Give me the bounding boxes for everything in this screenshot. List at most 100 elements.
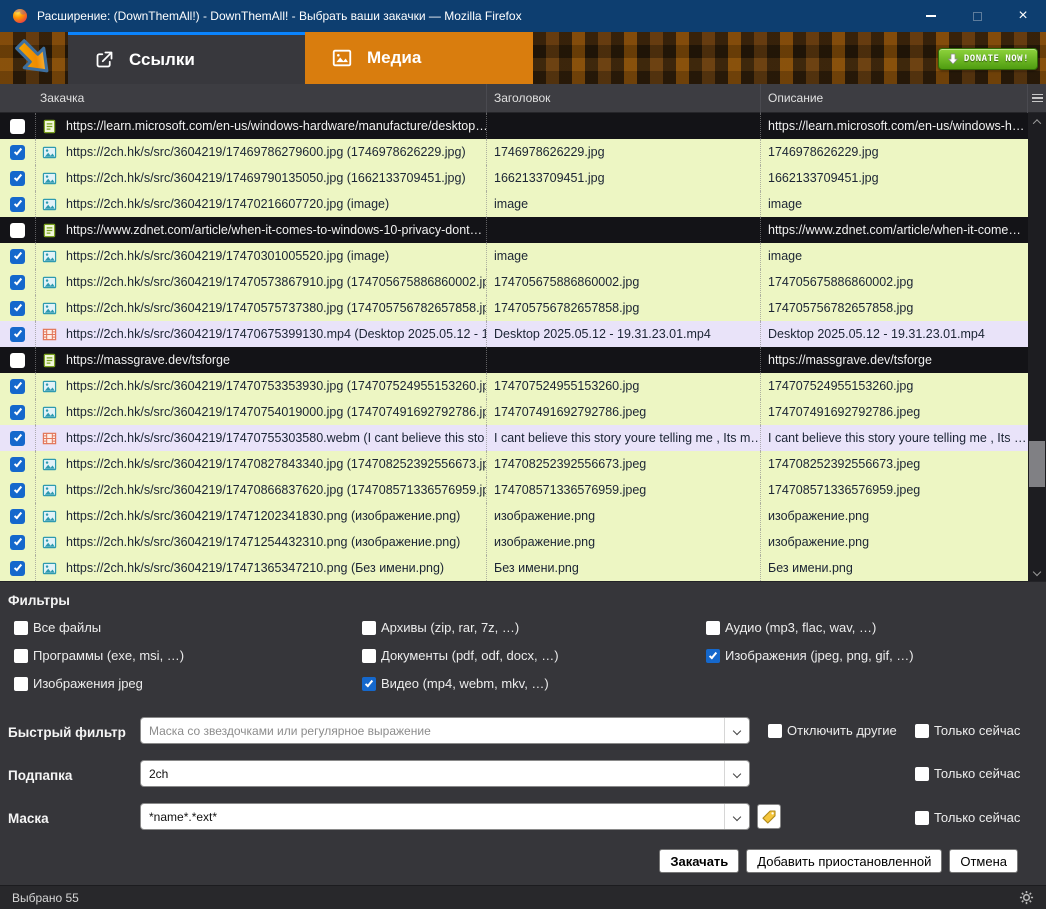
maximize-button[interactable]: [954, 0, 1000, 32]
row-checkbox[interactable]: [10, 560, 25, 576]
download-url: https://2ch.hk/s/src/3604219/17469786279…: [66, 145, 466, 159]
gear-icon[interactable]: [1019, 890, 1034, 905]
subfolder-value: 2ch: [149, 766, 169, 781]
titlebar: Расширение: (DownThemAll!) - DownThemAll…: [0, 0, 1046, 32]
download-row[interactable]: https://2ch.hk/s/src/3604219/17470675399…: [0, 321, 1028, 347]
checkbox: [14, 620, 28, 635]
row-checkbox[interactable]: [10, 404, 25, 420]
subfolder-combobox[interactable]: 2ch: [140, 760, 750, 787]
row-checkbox[interactable]: [10, 300, 25, 316]
column-header-description[interactable]: Описание: [761, 83, 1028, 113]
filter-checkbox[interactable]: Видео (mp4, webm, mkv, …): [362, 676, 559, 691]
row-checkbox[interactable]: [10, 352, 25, 368]
download-row[interactable]: https://2ch.hk/s/src/3604219/17470755303…: [0, 425, 1028, 451]
download-row[interactable]: https://2ch.hk/s/src/3604219/17470753353…: [0, 373, 1028, 399]
download-row[interactable]: https://2ch.hk/s/src/3604219/17470827843…: [0, 451, 1028, 477]
doc-file-icon: [42, 119, 57, 134]
doc-file-icon: [42, 353, 57, 368]
row-checkbox[interactable]: [10, 222, 25, 238]
row-checkbox[interactable]: [10, 274, 25, 290]
row-checkbox-cell: [0, 347, 36, 373]
vertical-scrollbar[interactable]: [1028, 113, 1046, 581]
cancel-button[interactable]: Отмена: [949, 849, 1018, 873]
download-row[interactable]: https://2ch.hk/s/src/3604219/17470575737…: [0, 295, 1028, 321]
checkbox: [706, 620, 720, 635]
scroll-up-button[interactable]: [1028, 115, 1046, 129]
filter-checkbox[interactable]: Документы (pdf, odf, docx, …): [362, 648, 559, 663]
download-row[interactable]: https://2ch.hk/s/src/3604219/17471365347…: [0, 555, 1028, 581]
donate-arrow-icon: [947, 53, 959, 65]
filter-checkbox[interactable]: Программы (exe, msi, …): [14, 648, 184, 663]
scroll-down-button[interactable]: [1028, 565, 1046, 579]
column-header-download[interactable]: Закачка: [0, 83, 487, 113]
filter-checkbox[interactable]: Изображения (jpeg, png, gif, …): [706, 648, 914, 663]
row-checkbox[interactable]: [10, 378, 25, 394]
only-now-checkbox-subfolder[interactable]: Только сейчас: [915, 766, 1020, 781]
tab-links[interactable]: Ссылки: [68, 32, 305, 84]
row-checkbox[interactable]: [10, 534, 25, 550]
filter-checkbox[interactable]: Архивы (zip, rar, 7z, …): [362, 620, 559, 635]
quick-filter-combobox[interactable]: Маска со звездочками или регулярное выра…: [140, 717, 750, 744]
download-url-cell: https://2ch.hk/s/src/3604219/17470754019…: [36, 399, 487, 425]
subfolder-label: Подпапка: [8, 768, 73, 783]
checkbox: [362, 648, 376, 663]
close-button[interactable]: ×: [1000, 0, 1046, 32]
row-checkbox-cell: [0, 113, 36, 139]
download-url-cell: https://massgrave.dev/tsforge: [36, 347, 487, 373]
download-row[interactable]: https://www.zdnet.com/article/when-it-co…: [0, 217, 1028, 243]
donate-button[interactable]: DONATE NOW!: [937, 48, 1038, 70]
minimize-button[interactable]: [908, 0, 954, 32]
row-checkbox[interactable]: [10, 508, 25, 524]
filter-checkbox[interactable]: Изображения jpeg: [14, 676, 184, 691]
row-checkbox[interactable]: [10, 170, 25, 186]
column-header-title[interactable]: Заголовок: [487, 83, 761, 113]
only-now-checkbox-quick-filter[interactable]: Только сейчас: [915, 723, 1020, 738]
window-title: Расширение: (DownThemAll!) - DownThemAll…: [37, 9, 522, 23]
download-row[interactable]: https://2ch.hk/s/src/3604219/17470573867…: [0, 269, 1028, 295]
tag-icon: [762, 809, 776, 824]
row-checkbox[interactable]: [10, 196, 25, 212]
row-checkbox[interactable]: [10, 248, 25, 264]
download-row[interactable]: https://2ch.hk/s/src/3604219/17470216607…: [0, 191, 1028, 217]
download-row[interactable]: https://2ch.hk/s/src/3604219/17470754019…: [0, 399, 1028, 425]
download-row[interactable]: https://learn.microsoft.com/en-us/window…: [0, 113, 1028, 139]
mask-tags-button[interactable]: [757, 804, 781, 829]
download-row[interactable]: https://2ch.hk/s/src/3604219/17471254432…: [0, 529, 1028, 555]
mask-dropdown-arrow[interactable]: [724, 804, 749, 829]
row-checkbox[interactable]: [10, 144, 25, 160]
row-checkbox-cell: [0, 269, 36, 295]
download-row[interactable]: https://2ch.hk/s/src/3604219/17471202341…: [0, 503, 1028, 529]
image-file-icon: [42, 197, 57, 212]
chevron-down-icon: [732, 726, 742, 735]
download-url: https://2ch.hk/s/src/3604219/17470755303…: [66, 431, 486, 445]
download-row[interactable]: https://massgrave.dev/tsforge https://mas…: [0, 347, 1028, 373]
firefox-icon: [12, 8, 28, 24]
chevron-down-icon: [1032, 567, 1042, 577]
mask-combobox[interactable]: *name*.*ext*: [140, 803, 750, 830]
add-paused-button[interactable]: Добавить приостановленной: [746, 849, 943, 873]
row-checkbox[interactable]: [10, 326, 25, 342]
disable-others-checkbox[interactable]: Отключить другие: [768, 723, 897, 738]
row-checkbox-cell: [0, 373, 36, 399]
column-menu-icon[interactable]: [1028, 84, 1046, 113]
quick-filter-dropdown-arrow[interactable]: [724, 718, 749, 743]
row-checkbox[interactable]: [10, 456, 25, 472]
download-button[interactable]: Закачать: [659, 849, 740, 873]
only-now-checkbox-mask[interactable]: Только сейчас: [915, 810, 1020, 825]
row-checkbox[interactable]: [10, 430, 25, 446]
download-row[interactable]: https://2ch.hk/s/src/3604219/17469790135…: [0, 165, 1028, 191]
download-title: 174708252392556673.jpeg: [487, 451, 761, 477]
scrollbar-thumb[interactable]: [1029, 441, 1045, 487]
download-row[interactable]: https://2ch.hk/s/src/3604219/17470301005…: [0, 243, 1028, 269]
filter-label: Изображения jpeg: [33, 676, 143, 691]
download-row[interactable]: https://2ch.hk/s/src/3604219/17469786279…: [0, 139, 1028, 165]
filter-checkbox[interactable]: Аудио (mp3, flac, wav, …): [706, 620, 914, 635]
tab-media[interactable]: Медиа: [305, 32, 533, 84]
row-checkbox[interactable]: [10, 118, 25, 134]
filter-checkbox[interactable]: Все файлы: [14, 620, 184, 635]
row-checkbox[interactable]: [10, 482, 25, 498]
disable-others-label: Отключить другие: [787, 723, 897, 738]
download-row[interactable]: https://2ch.hk/s/src/3604219/17470866837…: [0, 477, 1028, 503]
subfolder-dropdown-arrow[interactable]: [724, 761, 749, 786]
download-title: 174705675886860002.jpg: [487, 269, 761, 295]
